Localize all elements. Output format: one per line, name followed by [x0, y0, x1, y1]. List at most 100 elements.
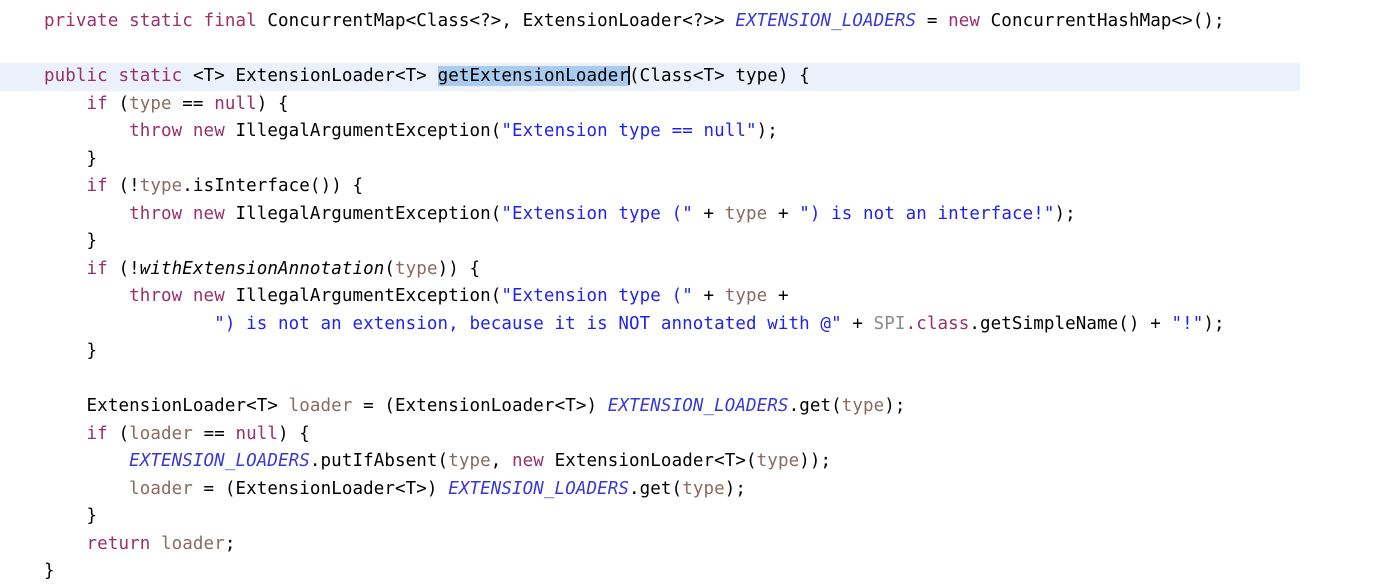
code-line[interactable]: ") is not an extension, because it is NO…	[0, 311, 1388, 339]
variable-loader: loader	[129, 478, 193, 499]
variable-type: type	[724, 203, 768, 224]
statement-tail: ));	[799, 451, 832, 471]
code-line[interactable]: if (!withExtensionAnnotation(type)) {	[0, 256, 1388, 284]
variable-type: type	[139, 176, 183, 196]
statement-tail: ;	[224, 533, 236, 554]
code-line[interactable]: if (type == null) {	[0, 91, 1388, 119]
variable-type: type	[129, 93, 172, 114]
brace-close: }	[86, 148, 98, 169]
constructor-extensionloader: ExtensionLoader<T>(	[554, 451, 757, 471]
code-line[interactable]: throw new IllegalArgumentException("Exte…	[0, 201, 1388, 229]
block-open: )) {	[437, 258, 481, 279]
string-literal: "Extension type ("	[501, 203, 693, 224]
code-line[interactable]: }	[0, 338, 1388, 366]
keyword-private: private	[44, 11, 119, 31]
paren-open: (	[118, 93, 130, 114]
method-call-get: .get(	[788, 396, 842, 416]
variable-type: type	[448, 451, 491, 471]
paren-open-negate: (!	[118, 176, 140, 196]
statement-tail: );	[884, 396, 906, 416]
code-line[interactable]: private static final ConcurrentMap<Class…	[0, 8, 1388, 36]
code-line[interactable]: EXTENSION_LOADERS.putIfAbsent(type, new …	[0, 448, 1388, 476]
block-open: ) {	[256, 93, 289, 114]
field-extension-loaders: EXTENSION_LOADERS	[448, 478, 630, 499]
keyword-throw: throw	[129, 121, 183, 141]
string-literal: ") is not an interface!"	[799, 203, 1055, 224]
statement-tail: );	[756, 121, 778, 141]
block-open: ) {	[278, 423, 310, 444]
variable-type: type	[395, 258, 438, 279]
exception-class: IllegalArgumentException(	[235, 121, 502, 141]
keyword-if: if	[86, 93, 108, 114]
brace-close: }	[86, 341, 98, 361]
string-literal: "Extension type ("	[501, 286, 693, 306]
statement-tail: );	[1054, 203, 1076, 224]
variable-loader: loader	[288, 396, 353, 416]
keyword-new: new	[192, 286, 225, 306]
field-extension-loaders: EXTENSION_LOADERS	[129, 451, 310, 471]
cast-expression: (ExtensionLoader<T>)	[384, 396, 598, 416]
method-parameters: (Class<T> type) {	[629, 66, 810, 86]
return-type: ExtensionLoader<T>	[235, 66, 427, 86]
code-line[interactable]: return loader;	[0, 531, 1388, 559]
method-call-getsimplename: .getSimpleName()	[969, 313, 1140, 334]
method-call-isinterface: .isInterface()) {	[182, 176, 364, 196]
string-literal: ") is not an extension, because it is NO…	[214, 313, 842, 334]
exception-class: IllegalArgumentException(	[235, 286, 502, 306]
variable-type: type	[841, 396, 885, 416]
brace-close: }	[86, 231, 98, 251]
code-line-current[interactable]: public static <T> ExtensionLoader<T> get…	[0, 63, 1300, 91]
paren-open: (	[118, 423, 130, 444]
string-literal: "!"	[1171, 313, 1204, 334]
string-literal: "Extension type == null"	[501, 121, 757, 141]
operator-concat: +	[692, 286, 725, 306]
variable-loader: loader	[129, 423, 193, 444]
keyword-null: null	[235, 423, 279, 444]
code-line[interactable]: if (loader == null) {	[0, 421, 1388, 449]
statement-tail: );	[1203, 313, 1225, 334]
keyword-static: static	[118, 66, 183, 86]
keyword-if: if	[86, 423, 108, 444]
code-line[interactable]: throw new IllegalArgumentException("Exte…	[0, 283, 1388, 311]
operator-concat: +	[767, 203, 800, 224]
constant-spi: SPI	[873, 313, 906, 334]
keyword-throw: throw	[129, 203, 183, 224]
code-line[interactable]: ExtensionLoader<T> loader = (ExtensionLo…	[0, 393, 1388, 421]
code-line[interactable]: }	[0, 228, 1388, 256]
selected-method-name[interactable]: getExtensionLoader	[437, 66, 630, 86]
type-concurrentmap: ConcurrentMap<Class<?>, ExtensionLoader<…	[267, 11, 725, 31]
code-line[interactable]: }	[0, 503, 1388, 531]
static-method-withextensionannotation: withExtensionAnnotation	[139, 258, 385, 279]
method-call-putifabsent: .putIfAbsent(	[309, 451, 449, 471]
operator-equals: ==	[192, 423, 236, 444]
field-extension-loaders: EXTENSION_LOADERS	[607, 396, 789, 416]
exception-class: IllegalArgumentException(	[235, 203, 502, 224]
keyword-if: if	[86, 258, 108, 279]
keyword-new: new	[192, 203, 225, 224]
operator-concat: +	[1139, 313, 1172, 334]
method-call-get: .get(	[629, 478, 683, 499]
code-line[interactable]: loader = (ExtensionLoader<T>) EXTENSION_…	[0, 476, 1388, 504]
keyword-final: final	[203, 11, 257, 31]
code-editor-surface[interactable]: private static final ConcurrentMap<Class…	[0, 0, 1388, 581]
variable-loader: loader	[161, 533, 225, 554]
declared-type: ExtensionLoader<T>	[86, 396, 278, 416]
code-line[interactable]: }	[0, 558, 1388, 586]
brace-close: }	[86, 506, 98, 526]
type-concurrenthashmap: ConcurrentHashMap<>();	[990, 11, 1225, 31]
code-line[interactable]: }	[0, 146, 1388, 174]
statement-tail: );	[724, 478, 747, 499]
keyword-new: new	[948, 11, 981, 31]
operator-assign: =	[192, 478, 225, 499]
code-line[interactable]: if (!type.isInterface()) {	[0, 173, 1388, 201]
operator-equals: ==	[171, 93, 215, 114]
keyword-new: new	[192, 121, 225, 141]
keyword-public: public	[44, 66, 108, 86]
operator-concat: +	[767, 286, 789, 306]
code-line[interactable]: throw new IllegalArgumentException("Exte…	[0, 118, 1388, 146]
operator-assign: =	[926, 11, 938, 31]
keyword-null: null	[214, 93, 257, 114]
operator-concat: +	[692, 203, 725, 224]
